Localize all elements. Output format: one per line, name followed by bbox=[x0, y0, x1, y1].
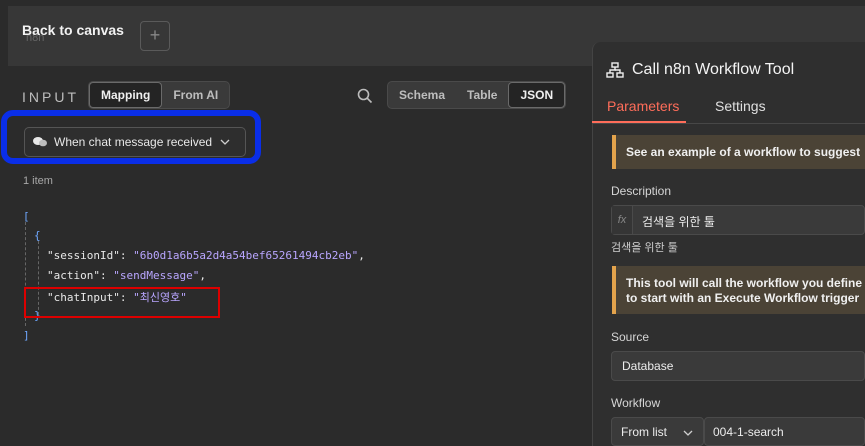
blue-annotation-outline bbox=[1, 110, 261, 164]
tab-parameters[interactable]: Parameters bbox=[607, 98, 679, 114]
active-tab-underline bbox=[592, 121, 686, 123]
json-open-object: { bbox=[34, 229, 41, 242]
tab-settings[interactable]: Settings bbox=[715, 98, 766, 114]
json-close-array: ] bbox=[23, 329, 30, 342]
node-title-text: Call n8n Workflow Tool bbox=[632, 61, 795, 78]
description-label: Description bbox=[611, 184, 672, 198]
tab-mapping[interactable]: Mapping bbox=[89, 82, 163, 108]
tab-table[interactable]: Table bbox=[456, 82, 508, 108]
workflow-select[interactable]: 004-1-search bbox=[704, 417, 865, 446]
tab-schema[interactable]: Schema bbox=[388, 82, 456, 108]
workflow-mode-select[interactable]: From list bbox=[611, 417, 704, 446]
json-line-action: "action": "sendMessage", bbox=[47, 269, 206, 282]
back-to-canvas-link[interactable]: Back to canvas bbox=[22, 22, 124, 38]
example-notice: See an example of a workflow to suggest bbox=[612, 135, 865, 169]
json-key[interactable]: "action": bbox=[47, 269, 113, 282]
json-comma: , bbox=[358, 249, 365, 262]
input-panel-title: INPUT bbox=[22, 89, 79, 105]
mapping-toggle: Mapping From AI bbox=[88, 81, 231, 109]
view-toggle: Schema Table JSON bbox=[387, 81, 567, 109]
red-annotation-box bbox=[24, 287, 220, 318]
info-notice: This tool will call the workflow you def… bbox=[612, 266, 865, 314]
json-line-sessionid: "sessionId": "6b0d1a6b5a2d4a54bef6526149… bbox=[47, 249, 365, 262]
workflow-mode-value: From list bbox=[621, 425, 667, 439]
add-button[interactable]: + bbox=[140, 21, 170, 51]
search-icon[interactable] bbox=[357, 88, 373, 104]
tab-from-ai[interactable]: From AI bbox=[162, 82, 229, 108]
expression-fx-icon[interactable]: fx bbox=[612, 206, 633, 234]
source-select[interactable]: Database bbox=[611, 351, 865, 381]
description-value: 검색을 위한 툴 bbox=[642, 215, 715, 229]
description-input[interactable]: 검색을 위한 툴 bbox=[611, 205, 865, 235]
description-preview: 검색을 위한 툴 bbox=[611, 242, 678, 254]
json-comma: , bbox=[199, 269, 206, 282]
chevron-down-icon bbox=[683, 430, 693, 436]
tab-divider bbox=[592, 123, 865, 124]
json-key[interactable]: "sessionId": bbox=[47, 249, 133, 262]
info-notice-line1: This tool will call the workflow you def… bbox=[626, 276, 865, 290]
item-count: 1 item bbox=[23, 175, 53, 187]
info-notice-line2: to start with an Execute Workflow trigge… bbox=[626, 291, 860, 305]
json-open-array: [ bbox=[23, 210, 30, 223]
json-value[interactable]: "6b0d1a6b5a2d4a54bef65261494cb2eb" bbox=[133, 249, 358, 262]
node-title: Call n8n Workflow Tool bbox=[606, 61, 794, 79]
source-value: Database bbox=[622, 359, 674, 373]
json-value[interactable]: "sendMessage" bbox=[113, 269, 199, 282]
workflow-label: Workflow bbox=[611, 396, 661, 410]
tab-json[interactable]: JSON bbox=[508, 82, 566, 108]
example-notice-text[interactable]: See an example of a workflow to suggest bbox=[626, 145, 860, 159]
source-label: Source bbox=[611, 330, 650, 344]
workflow-value: 004-1-search bbox=[713, 425, 784, 439]
workflow-icon bbox=[606, 62, 624, 78]
